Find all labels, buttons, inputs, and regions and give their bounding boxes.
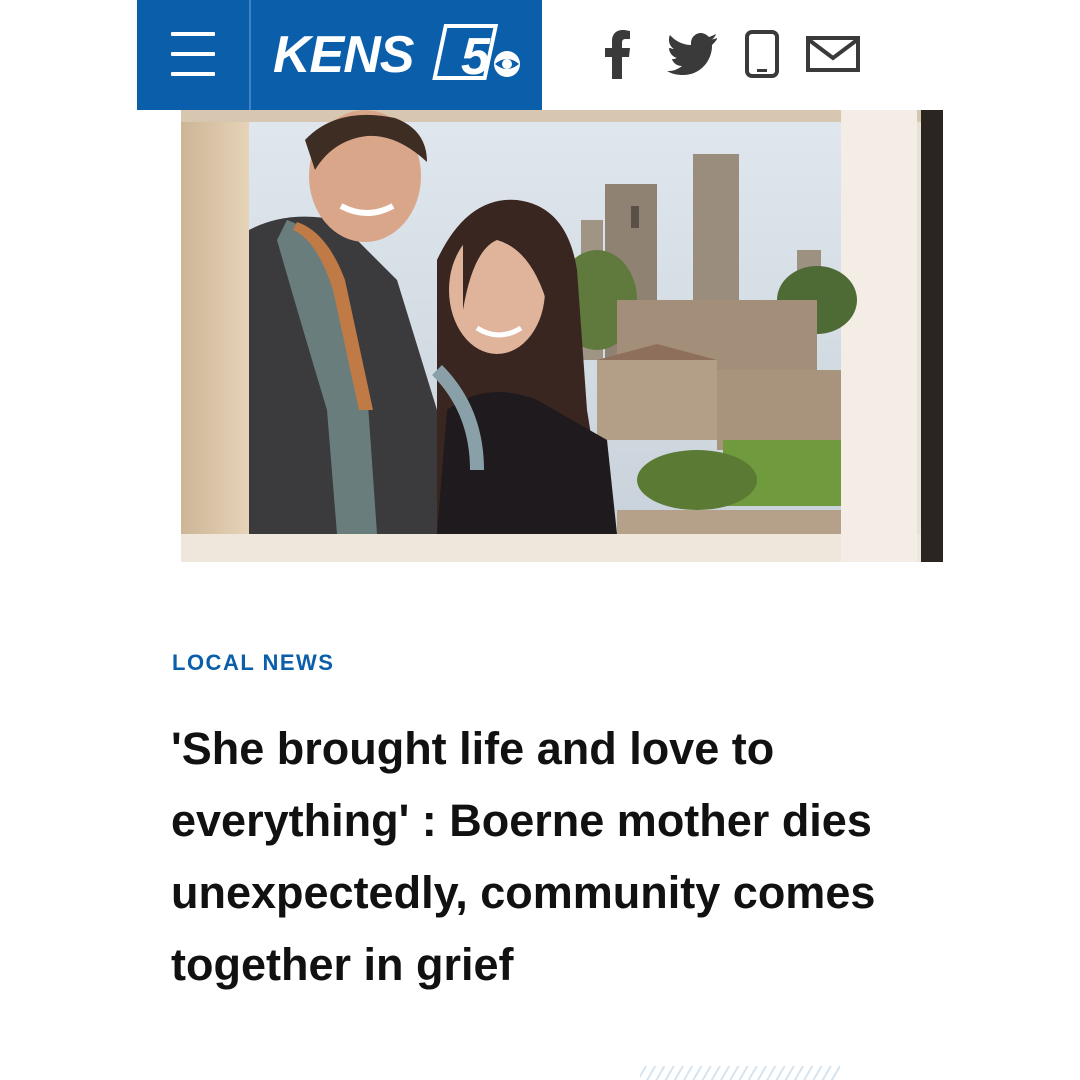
- brand-bar: KENS 5: [137, 0, 542, 110]
- article-hero-image[interactable]: [137, 110, 943, 562]
- twitter-icon[interactable]: [665, 28, 719, 80]
- section-label[interactable]: LOCAL NEWS: [172, 650, 334, 676]
- logo-wordmark: KENS: [273, 26, 415, 84]
- article-headline: 'She brought life and love to everything…: [171, 723, 876, 990]
- cbs-eye-icon: [494, 51, 520, 77]
- framed-photo: [137, 110, 943, 562]
- brand-divider: [249, 0, 251, 110]
- site-header: KENS 5: [137, 0, 943, 110]
- facebook-icon[interactable]: [602, 28, 634, 80]
- phone-icon[interactable]: [742, 28, 782, 80]
- decorative-hatch: [640, 1066, 840, 1080]
- kens5-logo[interactable]: KENS 5: [271, 20, 525, 86]
- email-icon[interactable]: [805, 28, 861, 80]
- hamburger-menu-icon[interactable]: [137, 0, 249, 110]
- logo-number: 5: [461, 28, 491, 86]
